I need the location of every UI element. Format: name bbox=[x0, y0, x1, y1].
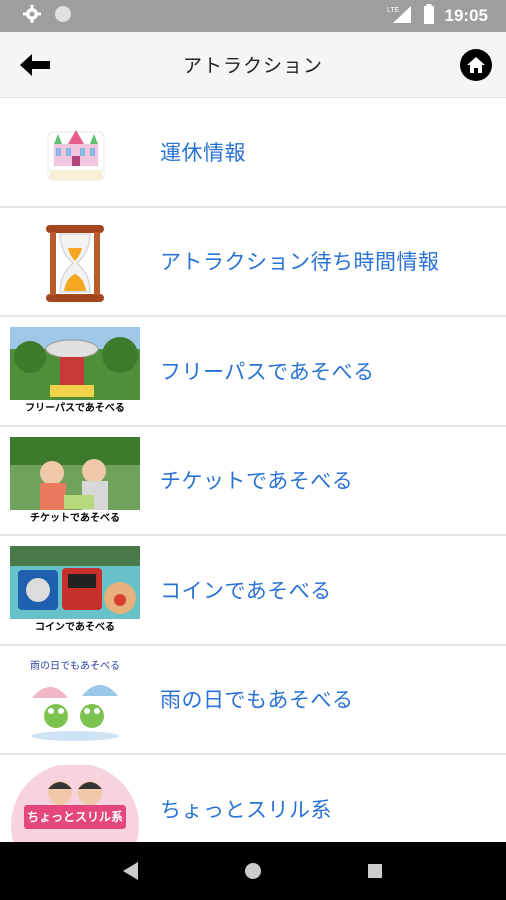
amusement-park-castle-icon bbox=[10, 108, 140, 198]
item-label: 運休情報 bbox=[160, 140, 246, 165]
page-title: アトラクション bbox=[182, 55, 323, 77]
list-item-free-pass[interactable]: フリーパスであそべる フリーパスであそべる bbox=[0, 317, 506, 427]
thumb-caption: コインであそべる bbox=[10, 619, 140, 636]
svg-text:LTE: LTE bbox=[387, 7, 400, 14]
system-navigation-bar bbox=[0, 842, 506, 900]
back-button[interactable] bbox=[18, 51, 52, 79]
thrill-rides-image: ちょっとスリル系 bbox=[10, 765, 140, 842]
list-item-coin[interactable]: コインであそべる コインであそべる bbox=[0, 536, 506, 646]
ticket-photo: チケットであそべる bbox=[10, 436, 140, 527]
list-item-suspension-info[interactable]: 運休情報 bbox=[0, 98, 506, 208]
notification-circle-icon bbox=[54, 5, 72, 27]
free-pass-photo: フリーパスであそべる bbox=[10, 327, 140, 417]
thumb-caption: チケットであそべる bbox=[10, 509, 140, 527]
settings-gear-icon bbox=[22, 4, 42, 28]
item-label: コインであそべる bbox=[160, 578, 332, 603]
circle-home-icon bbox=[245, 863, 261, 879]
status-time: 19:05 bbox=[444, 6, 488, 25]
item-label: 雨の日でもあそべる bbox=[160, 688, 354, 713]
item-label: フリーパスであそべる bbox=[160, 359, 375, 384]
coin-ride-photo: コインであそべる bbox=[10, 546, 140, 636]
battery-icon bbox=[423, 3, 435, 29]
hourglass-icon bbox=[10, 218, 140, 308]
arrow-left-icon bbox=[20, 54, 50, 76]
lte-signal-icon: LTE bbox=[387, 4, 413, 29]
square-recents-icon bbox=[368, 864, 382, 878]
list-item-ticket[interactable]: チケットであそべる チケットであそべる bbox=[0, 427, 506, 536]
nav-recents-button[interactable] bbox=[353, 849, 397, 893]
home-button[interactable] bbox=[460, 49, 492, 81]
list-item-thrill[interactable]: ちょっとスリル系 ちょっとスリル系 bbox=[0, 755, 506, 842]
nav-home-button[interactable] bbox=[231, 849, 275, 893]
item-label: ちょっとスリル系 bbox=[160, 797, 332, 822]
rainy-day-title: 雨の日でもあそべる bbox=[30, 660, 120, 672]
thumb-caption: フリーパスであそべる bbox=[10, 400, 140, 417]
thrill-badge-text: ちょっとスリル系 bbox=[26, 810, 123, 824]
status-bar: LTE 19:05 bbox=[0, 0, 506, 32]
list-item-wait-time-info[interactable]: アトラクション待ち時間情報 bbox=[0, 208, 506, 317]
item-label: チケットであそべる bbox=[160, 469, 354, 494]
rainy-day-frogs-image: 雨の日でもあそべる bbox=[10, 655, 140, 746]
nav-back-button[interactable] bbox=[109, 849, 153, 893]
app-bar: アトラクション bbox=[0, 32, 506, 98]
list-item-rainy-day[interactable]: 雨の日でもあそべる 雨の日でもあそべる bbox=[0, 646, 506, 755]
home-icon bbox=[467, 57, 485, 73]
triangle-back-icon bbox=[123, 862, 138, 880]
item-label: アトラクション待ち時間情報 bbox=[160, 250, 440, 275]
attraction-list: 運休情報 アトラクション待ち時間情報 フリーパスであそべる フリーパスであそべる… bbox=[0, 98, 506, 842]
